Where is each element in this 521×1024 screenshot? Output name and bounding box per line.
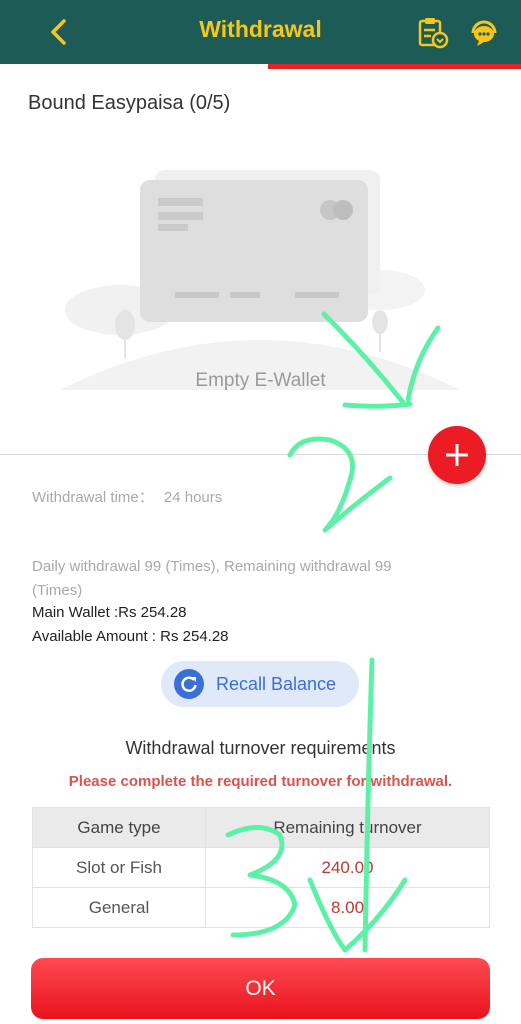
customer-service-icon: [471, 20, 497, 46]
withdrawal-time: Withdrawal time： 24 hours: [32, 486, 222, 507]
withdrawal-time-value: 24 hours: [163, 489, 223, 506]
customer-service-button[interactable]: [466, 14, 502, 50]
column-header-game-type: Game type: [32, 807, 206, 848]
turnover-title: Withdrawal turnover requirements: [125, 738, 396, 758]
handwritten-two: [287, 436, 393, 533]
empty-wallet-illustration: [60, 170, 460, 390]
daily-limit-line2: (Times): [32, 582, 83, 599]
column-header-remaining: Remaining turnover: [205, 807, 490, 848]
recall-balance-button[interactable]: Recall Balance: [161, 661, 359, 707]
tab-indicator: [268, 64, 521, 69]
daily-limit-line1: Daily withdrawal 99 (Times), Remaining w…: [32, 558, 392, 575]
game-type-cell: Slot or Fish: [32, 847, 206, 888]
table-row: Slot or Fish 240.00: [32, 847, 490, 888]
clipboard-download-icon: [418, 18, 449, 49]
plus-icon: [446, 444, 468, 466]
empty-wallet-text: Empty E-Wallet: [195, 370, 326, 391]
turnover-warning: Please complete the required turnover fo…: [68, 773, 453, 790]
available-amount: Available Amount : Rs 254.28: [32, 628, 229, 645]
add-wallet-button[interactable]: [428, 426, 486, 484]
game-type-cell: General: [32, 887, 206, 928]
remaining-turnover-cell: 8.00: [205, 887, 490, 928]
header-bar: Withdrawal: [0, 0, 521, 64]
table-header-row: Game type Remaining turnover: [32, 807, 490, 848]
main-wallet-balance: Main Wallet :Rs 254.28: [32, 604, 187, 621]
recall-balance-label: Recall Balance: [216, 673, 337, 694]
refresh-icon: [174, 669, 204, 699]
ok-button[interactable]: OK: [31, 958, 490, 1019]
turnover-table: Game type Remaining turnover Slot or Fis…: [32, 807, 490, 928]
bound-wallet-label: Bound Easypaisa (0/5): [28, 92, 231, 114]
withdrawal-time-label: Withdrawal time：: [32, 489, 154, 506]
withdrawal-records-button[interactable]: [414, 14, 450, 50]
remaining-turnover-cell: 240.00: [205, 847, 490, 888]
table-row: General 8.00: [32, 887, 490, 928]
